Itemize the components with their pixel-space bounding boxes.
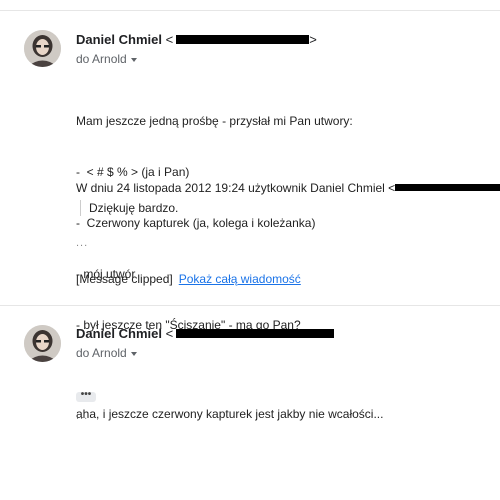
sender-name[interactable]: Daniel Chmiel (76, 326, 162, 341)
recipient-line[interactable]: do Arnold (76, 346, 137, 360)
quote-header: W dniu 24 listopada 2012 19:24 użytkowni… (76, 180, 500, 196)
email-open-bracket: < (165, 32, 174, 47)
redacted-email-link[interactable] (395, 184, 500, 192)
recipient-label: do Arnold (76, 346, 127, 360)
message-body: aha, i jeszcze czerwony kapturek jest ja… (76, 372, 383, 457)
chevron-down-icon[interactable] (130, 57, 137, 62)
message-body: Mam jeszcze jedną prośbę - przysłał mi P… (76, 79, 353, 368)
redacted-email (176, 35, 310, 45)
email-open-bracket: < (165, 326, 174, 341)
clipped-notice: [Message clipped] Pokaż całą wiadomość (76, 271, 301, 287)
quote-header-text: W dniu 24 listopada 2012 19:24 użytkowni… (76, 181, 396, 195)
email-thread: Daniel Chmiel < > do Arnold Mam jeszcze j… (0, 0, 500, 500)
sender-line: Daniel Chmiel < > (76, 32, 317, 48)
body-line: - < # $ % > (ja i Pan) (76, 165, 190, 179)
avatar[interactable] (24, 325, 61, 362)
body-line: aha, i jeszcze czerwony kapturek jest ja… (76, 407, 384, 421)
trimmed-content[interactable]: ... (76, 237, 88, 249)
sender-line: Daniel Chmiel < (76, 326, 335, 342)
email-close-bracket: > (309, 32, 317, 47)
avatar[interactable] (24, 30, 61, 67)
message-divider (0, 305, 500, 306)
quoted-text: Dziękuję bardzo. (80, 200, 178, 216)
show-trimmed-content-button[interactable]: ••• (76, 390, 96, 402)
quoted-line: Dziękuję bardzo. (89, 201, 179, 215)
sender-name[interactable]: Daniel Chmiel (76, 32, 162, 47)
top-divider (0, 10, 500, 11)
recipient-line[interactable]: do Arnold (76, 52, 137, 66)
clipped-label: [Message clipped] (76, 272, 173, 286)
redacted-email (176, 329, 335, 339)
trimmed-content[interactable]: ... (76, 410, 88, 422)
chevron-down-icon[interactable] (130, 351, 137, 356)
body-line: Mam jeszcze jedną prośbę - przysłał mi P… (76, 114, 353, 128)
show-full-message-link[interactable]: Pokaż całą wiadomość (179, 272, 301, 286)
recipient-label: do Arnold (76, 52, 127, 66)
body-line: - Czerwony kapturek (ja, kolega i koleża… (76, 216, 316, 230)
